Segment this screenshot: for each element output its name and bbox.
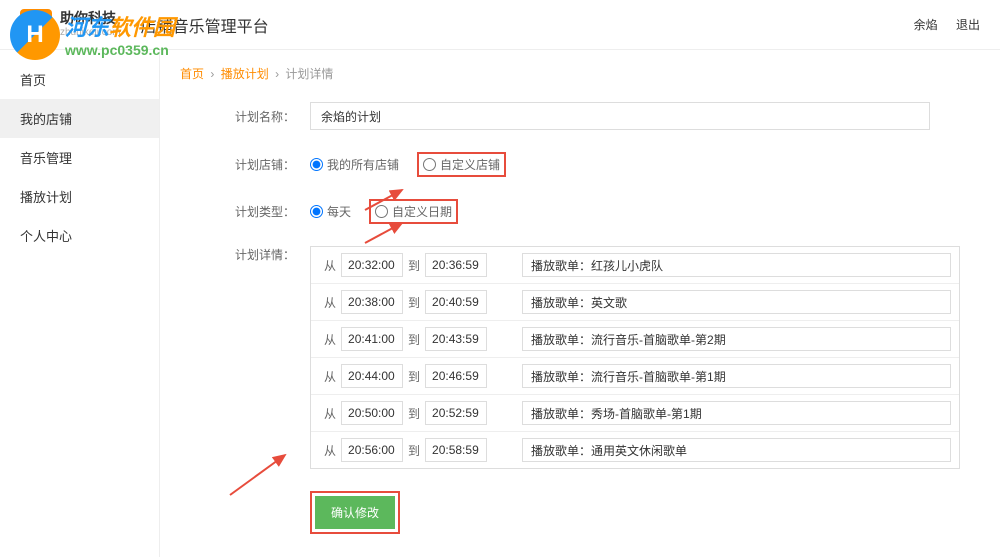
sidebar-item-music-management[interactable]: 音乐管理 <box>0 138 159 177</box>
from-label: 从 <box>324 405 336 422</box>
to-label: 到 <box>408 405 420 422</box>
playlist-input[interactable] <box>522 364 951 388</box>
to-label: 到 <box>408 442 420 459</box>
sidebar-item-my-shops[interactable]: 我的店铺 <box>0 99 159 138</box>
playlist-input[interactable] <box>522 438 951 462</box>
sidebar-item-home[interactable]: 首页 <box>0 60 159 99</box>
playlist-input[interactable] <box>522 253 951 277</box>
playlist-input[interactable] <box>522 290 951 314</box>
to-label: 到 <box>408 368 420 385</box>
sidebar-nav: 首页 我的店铺 音乐管理 播放计划 个人中心 <box>0 50 160 557</box>
playlist-input[interactable] <box>522 401 951 425</box>
time-detail-row: 从到 <box>311 395 959 432</box>
breadcrumb-current: 计划详情 <box>285 67 333 81</box>
logo-area: B 助你科技 zhunikeji.com <box>20 9 121 41</box>
time-detail-row: 从到 <box>311 321 959 358</box>
radio-custom-shop-input[interactable] <box>423 158 436 171</box>
logo-icon: B <box>20 9 52 41</box>
time-from-input[interactable] <box>341 438 403 462</box>
plan-type-label: 计划类型： <box>180 203 310 220</box>
plan-details-label: 计划详情： <box>180 246 310 263</box>
time-from-input[interactable] <box>341 364 403 388</box>
plan-name-label: 计划名称： <box>180 108 310 125</box>
from-label: 从 <box>324 331 336 348</box>
main-content: 首页 › 播放计划 › 计划详情 计划名称： 计划店铺： 我的所有店铺 <box>160 50 1000 557</box>
plan-shop-label: 计划店铺： <box>180 156 310 173</box>
from-label: 从 <box>324 257 336 274</box>
breadcrumb-play-plan[interactable]: 播放计划 <box>221 67 269 81</box>
radio-custom-date[interactable]: 自定义日期 <box>369 199 458 224</box>
time-detail-row: 从到 <box>311 358 959 395</box>
time-to-input[interactable] <box>425 401 487 425</box>
breadcrumb-sep: › <box>275 67 279 81</box>
playlist-input[interactable] <box>522 327 951 351</box>
breadcrumb: 首页 › 播放计划 › 计划详情 <box>180 65 980 82</box>
from-label: 从 <box>324 368 336 385</box>
radio-custom-date-input[interactable] <box>375 205 388 218</box>
to-label: 到 <box>408 331 420 348</box>
radio-all-shops[interactable]: 我的所有店铺 <box>310 156 399 173</box>
logout-link[interactable]: 退出 <box>956 18 980 32</box>
breadcrumb-home[interactable]: 首页 <box>180 67 204 81</box>
time-from-input[interactable] <box>341 290 403 314</box>
logo-text-secondary: zhunikeji.com <box>60 27 121 39</box>
submit-highlight-box: 确认修改 <box>310 491 400 534</box>
radio-everyday-input[interactable] <box>310 205 323 218</box>
header-username[interactable]: 余焰 <box>914 18 938 32</box>
to-label: 到 <box>408 257 420 274</box>
time-to-input[interactable] <box>425 364 487 388</box>
confirm-modify-button[interactable]: 确认修改 <box>315 496 395 529</box>
time-to-input[interactable] <box>425 327 487 351</box>
app-header: B 助你科技 zhunikeji.com 店铺音乐管理平台 余焰 退出 <box>0 0 1000 50</box>
radio-all-shops-input[interactable] <box>310 158 323 171</box>
radio-everyday[interactable]: 每天 <box>310 203 351 220</box>
from-label: 从 <box>324 294 336 311</box>
time-detail-row: 从到 <box>311 432 959 468</box>
sidebar-item-personal-center[interactable]: 个人中心 <box>0 216 159 255</box>
breadcrumb-sep: › <box>210 67 214 81</box>
time-from-input[interactable] <box>341 327 403 351</box>
time-from-input[interactable] <box>341 401 403 425</box>
to-label: 到 <box>408 294 420 311</box>
logo-text-primary: 助你科技 <box>60 10 121 27</box>
time-to-input[interactable] <box>425 290 487 314</box>
from-label: 从 <box>324 442 336 459</box>
radio-custom-shop[interactable]: 自定义店铺 <box>417 152 506 177</box>
time-from-input[interactable] <box>341 253 403 277</box>
time-details-list: 从到从到从到从到从到从到 <box>310 246 960 469</box>
plan-name-input[interactable] <box>310 102 930 130</box>
sidebar-item-play-plan[interactable]: 播放计划 <box>0 177 159 216</box>
time-detail-row: 从到 <box>311 247 959 284</box>
time-to-input[interactable] <box>425 253 487 277</box>
time-detail-row: 从到 <box>311 284 959 321</box>
time-to-input[interactable] <box>425 438 487 462</box>
header-title: 店铺音乐管理平台 <box>141 13 269 37</box>
